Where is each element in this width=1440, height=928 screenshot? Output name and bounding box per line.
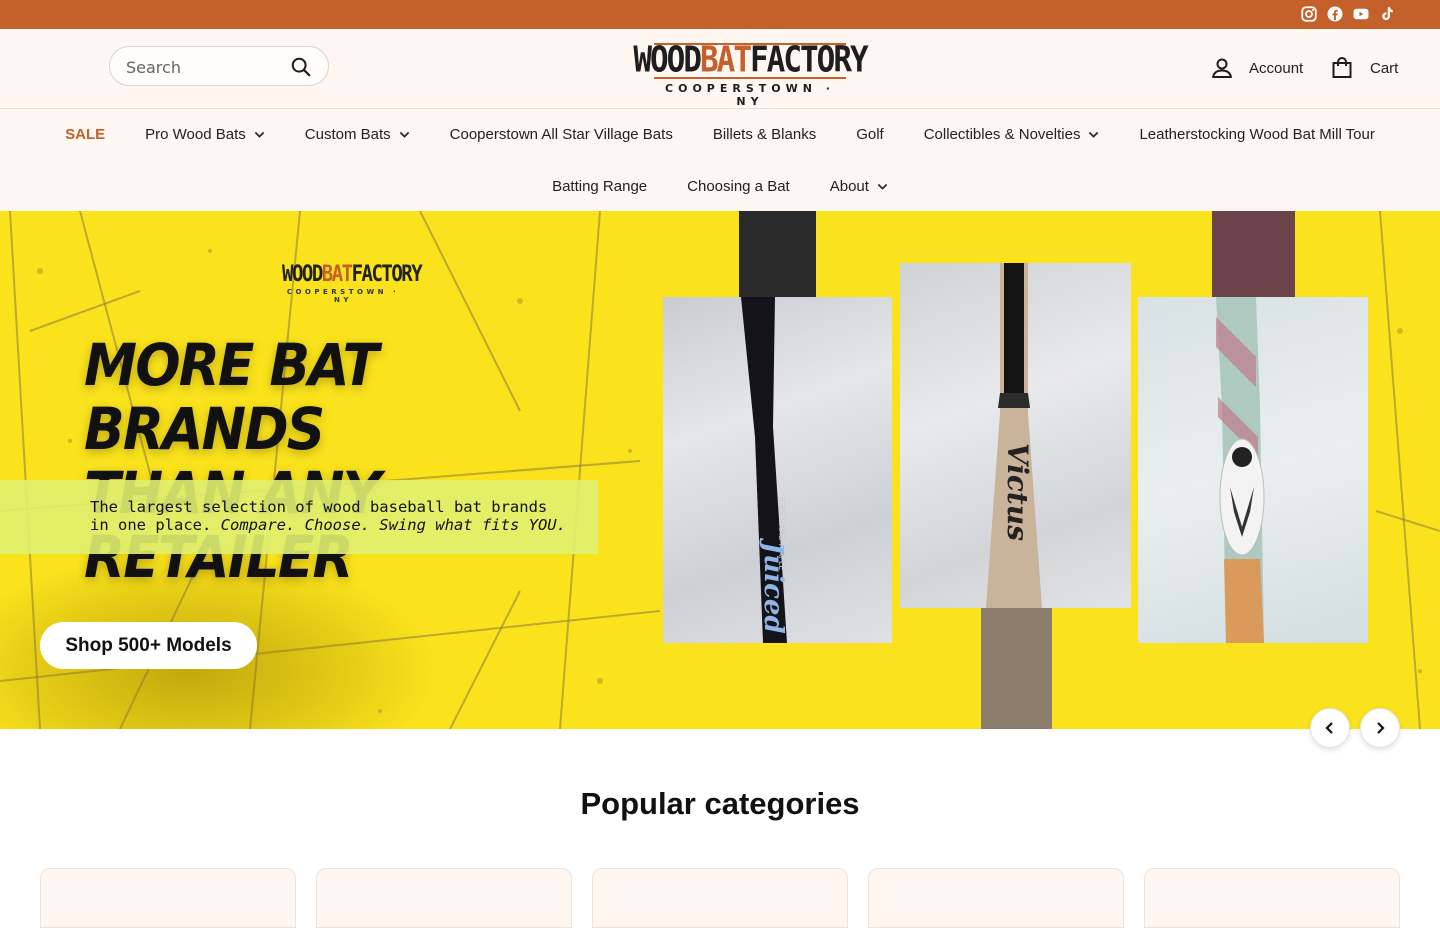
- nav-label: Leatherstocking Wood Bat Mill Tour: [1139, 125, 1375, 143]
- search-icon[interactable]: [290, 56, 312, 78]
- announcement-bar: [0, 0, 1440, 29]
- nav-label: Cooperstown All Star Village Bats: [449, 125, 673, 143]
- black-bat-image: JCBS HARD MAPLE Juiced: [741, 297, 788, 643]
- victus-bat-image: Victus: [986, 263, 1042, 608]
- category-card[interactable]: [868, 868, 1124, 928]
- nav-item-sale[interactable]: SALE: [65, 125, 105, 143]
- hero-logo-word-factory: FACTORY: [351, 261, 423, 287]
- hero-subtext-line-1: The largest selection of wood baseball b…: [90, 498, 548, 516]
- novelty-bat-image: [1216, 297, 1265, 643]
- youtube-icon[interactable]: [1352, 5, 1370, 23]
- category-card[interactable]: [1144, 868, 1400, 928]
- search-box[interactable]: [109, 46, 329, 86]
- category-card[interactable]: [316, 868, 572, 928]
- nav-item-billets-blanks[interactable]: Billets & Blanks: [713, 125, 816, 143]
- social-links: [1300, 5, 1396, 23]
- nav-label: Golf: [856, 125, 884, 143]
- main-navigation: SALE Pro Wood Bats Custom Bats Coopersto…: [0, 109, 1440, 211]
- popular-categories-heading: Popular categories: [580, 786, 860, 821]
- hero-headline-line-1: MORE BAT BRANDS: [84, 331, 379, 463]
- logo-wordmark: WOOD BAT FACTORY: [633, 38, 868, 82]
- chevron-down-icon: [877, 183, 888, 190]
- nav-label: Billets & Blanks: [712, 125, 817, 143]
- bat-band-dark: [739, 211, 816, 301]
- hero-logo-wordmark: WOODBATFACTORY: [282, 261, 423, 287]
- nav-label: Pro Wood Bats: [145, 125, 246, 143]
- logo-word-bat: BAT: [700, 39, 752, 81]
- bat-brand-juiced: Juiced: [758, 537, 788, 634]
- site-logo[interactable]: WOOD BAT FACTORY COOPERSTOWN · NY: [633, 38, 868, 108]
- bat-band-tan: [981, 606, 1052, 729]
- chevron-down-icon: [1089, 131, 1099, 138]
- nav-label: Collectibles & Novelties: [923, 125, 1081, 143]
- logo-rule-bottom: [654, 77, 846, 79]
- hero-logo: WOODBATFACTORY COOPERSTOWN · NY: [282, 261, 423, 304]
- logo-subtitle: COOPERSTOWN · NY: [665, 82, 835, 108]
- nav-item-cooperstown-village-bats[interactable]: Cooperstown All Star Village Bats: [450, 125, 673, 143]
- shop-models-button[interactable]: Shop 500+ Models: [40, 622, 257, 669]
- cart-link[interactable]: Cart: [1330, 55, 1398, 81]
- category-card[interactable]: [40, 868, 296, 928]
- slideshow-prev-button[interactable]: [1310, 708, 1350, 748]
- nav-row-1: SALE Pro Wood Bats Custom Bats Coopersto…: [0, 125, 1440, 143]
- hero-logo-word-bat: BAT: [321, 261, 353, 287]
- slideshow-next-button[interactable]: [1360, 708, 1400, 748]
- logo-word-factory: FACTORY: [750, 39, 869, 81]
- account-label: Account: [1249, 59, 1304, 77]
- site-header: WOODBATFACTORY COOPERSTOWN · NY Account …: [0, 29, 1440, 109]
- chevron-right-icon: [1377, 722, 1385, 734]
- bat-brand-victus: Victus: [1001, 443, 1034, 541]
- cart-label: Cart: [1370, 59, 1399, 77]
- hero-slideshow[interactable]: WOODBATFACTORY COOPERSTOWN · NY MORE BAT…: [0, 211, 1440, 729]
- bat-photo-juiced: JCBS HARD MAPLE Juiced: [663, 297, 892, 643]
- facebook-icon[interactable]: [1326, 5, 1344, 23]
- hero-subtext-plain: in one place.: [90, 516, 212, 534]
- hero-logo-subtitle: COOPERSTOWN · NY: [286, 288, 400, 304]
- account-link[interactable]: Account: [1210, 55, 1303, 81]
- chevron-left-icon: [1325, 722, 1333, 734]
- nav-item-collectibles[interactable]: Collectibles & Novelties: [924, 125, 1100, 143]
- nav-item-custom-bats[interactable]: Custom Bats: [305, 125, 410, 143]
- hero-subtext: The largest selection of wood baseball b…: [90, 498, 600, 534]
- nav-label: Custom Bats: [304, 125, 391, 143]
- logo-word-wood: WOOD: [633, 39, 702, 81]
- nav-label: SALE: [65, 125, 106, 143]
- account-icon: [1212, 58, 1232, 78]
- bat-photo-victus: Victus: [900, 263, 1131, 608]
- nav-row-2: Batting Range Choosing a Bat About: [0, 177, 1440, 195]
- bat-photo-novelty: [1138, 297, 1368, 643]
- nav-item-batting-range[interactable]: Batting Range: [552, 177, 647, 195]
- nav-label: About: [829, 177, 869, 195]
- tiktok-icon[interactable]: [1378, 5, 1396, 23]
- instagram-icon[interactable]: [1300, 5, 1318, 23]
- nav-item-pro-wood-bats[interactable]: Pro Wood Bats: [145, 125, 265, 143]
- nav-item-mill-tour[interactable]: Leatherstocking Wood Bat Mill Tour: [1139, 125, 1374, 143]
- nav-item-choosing-a-bat[interactable]: Choosing a Bat: [687, 177, 790, 195]
- search-input[interactable]: [126, 56, 276, 78]
- nav-item-about[interactable]: About: [830, 177, 888, 195]
- nav-item-golf[interactable]: Golf: [856, 125, 884, 143]
- category-cards: [40, 868, 1400, 928]
- hero-subtext-line-2: in one place. Compare. Choose. Swing wha…: [90, 516, 600, 534]
- chevron-down-icon: [254, 131, 264, 138]
- hero-logo-word-wood: WOOD: [282, 261, 323, 287]
- nav-label: Choosing a Bat: [687, 177, 790, 195]
- chevron-down-icon: [399, 131, 409, 138]
- nav-label: Batting Range: [552, 177, 648, 195]
- cart-bag-icon: [1332, 57, 1352, 78]
- hero-subtext-emphasis: Compare. Choose. Swing what fits YOU.: [220, 516, 566, 534]
- bat-band-maroon: [1212, 211, 1295, 301]
- category-card[interactable]: [592, 868, 848, 928]
